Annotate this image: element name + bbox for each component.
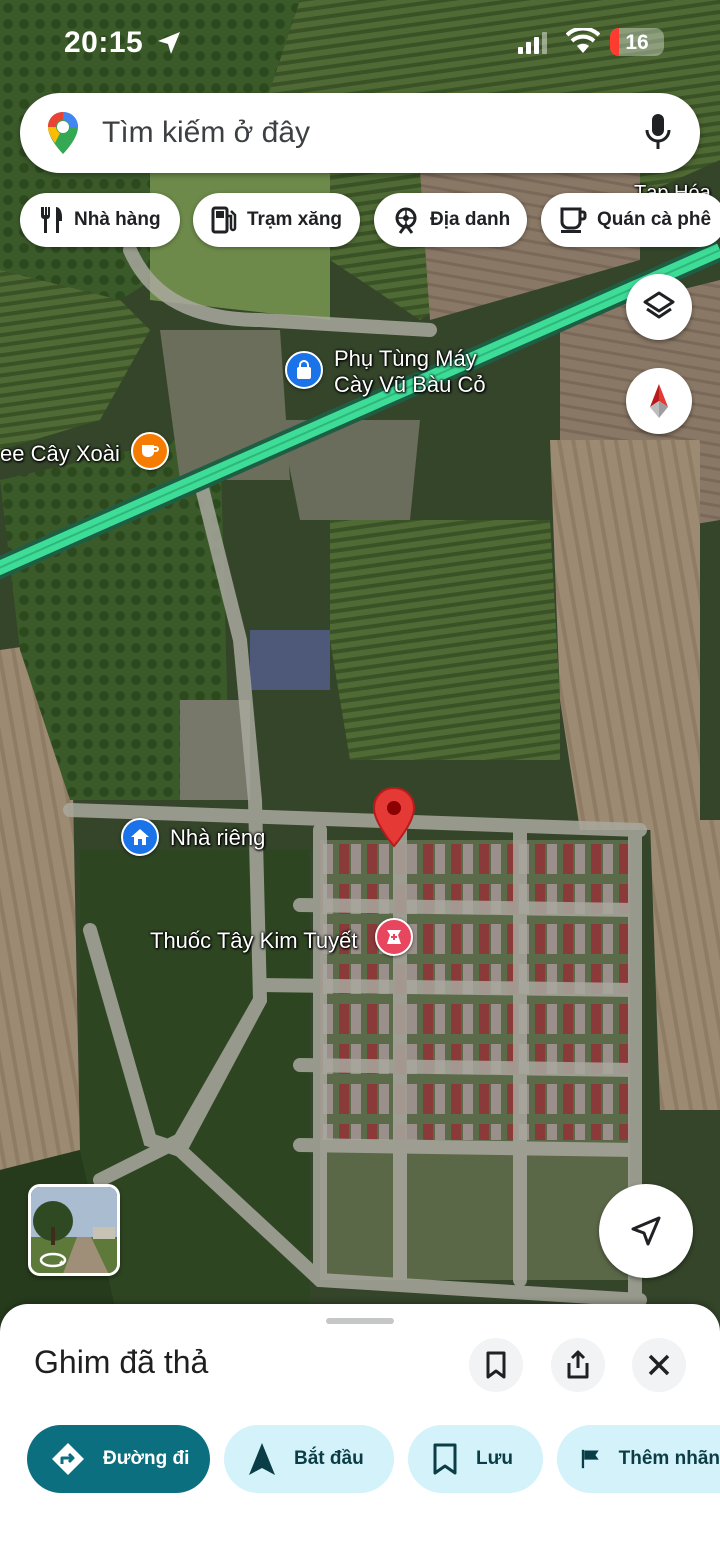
wifi-icon <box>566 28 600 53</box>
gas-station-icon <box>211 206 237 234</box>
street-view-thumbnail[interactable] <box>28 1184 120 1276</box>
restaurant-icon <box>38 206 64 234</box>
start-button[interactable]: Bắt đầu <box>224 1425 394 1493</box>
save-button[interactable]: Lưu <box>408 1425 543 1493</box>
chip-label: Địa danh <box>430 209 511 230</box>
chip-gas-stations[interactable]: Trạm xăng <box>193 193 360 247</box>
action-label: Thêm nhãn <box>618 1448 720 1469</box>
flag-icon <box>581 1449 599 1469</box>
pharmacy-poi-icon[interactable] <box>375 918 413 956</box>
chip-landmarks[interactable]: Địa danh <box>374 193 527 247</box>
battery-percent: 16 <box>625 31 649 54</box>
poi-label-line: Cày Vũ Bàu Cỏ <box>334 372 486 397</box>
coffee-poi-icon[interactable] <box>131 432 169 470</box>
chip-label: Quán cà phê <box>597 209 712 230</box>
layers-icon <box>643 291 675 319</box>
save-icon-button[interactable] <box>469 1338 523 1392</box>
cellular-signal-icon <box>518 32 547 54</box>
chip-label: Nhà hàng <box>74 209 161 230</box>
status-bar: 20:15 16 <box>0 0 720 86</box>
close-icon <box>648 1354 670 1376</box>
add-label-button[interactable]: Thêm nhãn <box>557 1425 720 1493</box>
bookmark-icon <box>433 1443 457 1475</box>
chip-label: Trạm xăng <box>247 209 343 230</box>
poi-label-line: Phụ Tùng Máy <box>334 346 477 371</box>
my-location-button[interactable] <box>599 1184 693 1278</box>
compass-icon <box>650 384 668 418</box>
dropped-pin-icon[interactable] <box>371 786 417 850</box>
chip-coffee-shops[interactable]: Quán cà phê <box>541 193 720 247</box>
share-button[interactable] <box>551 1338 605 1392</box>
bookmark-icon <box>486 1351 506 1379</box>
action-label: Đường đi <box>103 1448 190 1469</box>
share-icon <box>567 1350 589 1379</box>
360-rotate-icon <box>39 1252 67 1268</box>
location-services-icon <box>158 32 180 54</box>
action-label: Bắt đầu <box>294 1448 364 1469</box>
sheet-drag-handle[interactable] <box>326 1318 394 1324</box>
search-bar[interactable]: Tìm kiếm ở đây <box>20 93 700 173</box>
chip-restaurants[interactable]: Nhà hàng <box>20 193 180 247</box>
battery-icon: 16 <box>610 28 664 56</box>
bottom-sheet[interactable]: Ghim đã thả Đường đi Bắt đầu Lưu Thêm nh… <box>0 1304 720 1557</box>
action-label: Lưu <box>476 1448 513 1469</box>
close-button[interactable] <box>632 1338 686 1392</box>
home-poi-icon[interactable] <box>121 818 159 856</box>
directions-button[interactable]: Đường đi <box>27 1425 210 1493</box>
poi-label-coffee[interactable]: ee Cây Xoài <box>0 441 120 467</box>
status-time: 20:15 <box>64 26 144 59</box>
poi-label-parts-shop[interactable]: Phụ Tùng Máy Cày Vũ Bàu Cỏ <box>334 346 486 398</box>
shop-poi-icon[interactable] <box>285 351 323 389</box>
directions-icon <box>52 1443 84 1475</box>
layers-button[interactable] <box>626 274 692 340</box>
google-maps-logo-icon <box>48 112 78 154</box>
compass-button[interactable] <box>626 368 692 434</box>
poi-label-home[interactable]: Nhà riêng <box>170 825 265 851</box>
search-input[interactable]: Tìm kiếm ở đây <box>102 116 310 150</box>
navigation-arrow-icon <box>249 1443 275 1475</box>
poi-label-pharmacy[interactable]: Thuốc Tây Kim Tuyết <box>150 928 357 954</box>
landmark-icon <box>392 206 420 234</box>
microphone-icon[interactable] <box>644 113 672 151</box>
coffee-icon <box>559 206 587 234</box>
navigation-arrow-icon <box>631 1216 661 1246</box>
sheet-title: Ghim đã thả <box>34 1344 209 1380</box>
